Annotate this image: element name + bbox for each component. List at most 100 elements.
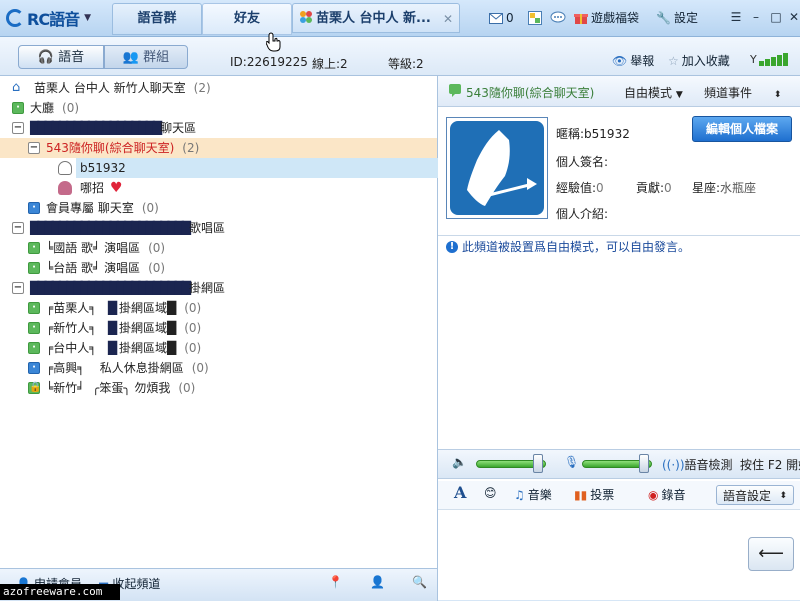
tree-user-nazhao[interactable]: 哪招 ♥ [0,178,437,198]
search-icon: 🔍 [412,575,427,589]
chat-button[interactable] [550,9,566,27]
free-mode-dropdown[interactable]: 自由模式 ▼ [624,84,683,101]
right-panel: 543隨你聊(綜合聊天室) 自由模式 ▼ 頻道事件 ⬍ 暱稱:b51932 個人… [438,76,800,600]
collapse-icon[interactable]: − [28,142,40,154]
idle4-label: ╒高興╕ [46,361,85,375]
send-button[interactable]: ⟵ [748,537,794,571]
tree-item-hall[interactable]: · 大廳 (0) [0,98,437,118]
tree-item-idle-miaoli[interactable]: · ╒苗栗人╕ █ 掛網區域█ (0) [0,298,437,318]
voice-setting-label: 語音設定 [723,489,772,503]
headset-icon: 🎧 [37,50,55,65]
mail-button[interactable]: 0 [489,9,514,27]
tab-room-label: 苗栗人 台中人 新... [316,11,431,26]
zodiac-label: 星座: [692,181,721,195]
tree-item-idle-area[interactable]: − ██████████████████████掛網區 [0,278,437,298]
report-label: 舉報 [630,54,655,68]
collapse-icon[interactable]: − [12,222,24,234]
idle5-suffix: ╭笨蛋╮ 勿煩我 [92,381,171,395]
user1-label: b51932 [76,158,438,178]
font-icon[interactable]: A [454,483,466,502]
profile-avatar[interactable] [446,117,548,219]
exp-value: 0 [596,181,604,195]
channel-events-dropdown[interactable]: 頻道事件 ⬍ [704,84,781,101]
person-icon: 👤 [370,575,385,589]
tab-friends[interactable]: 好友 [202,3,292,35]
free-mode-label: 自由模式 [624,86,673,100]
channel-icon: · [28,342,40,354]
settings-label: 設定 [673,11,698,25]
sing-area-label: 歌唱區 [189,221,226,235]
tree-item-chat-area[interactable]: − ██████████████████聊天區 [0,118,437,138]
tree-item-idle-taichung[interactable]: · ╒台中人╕ █ 掛網區域█ (0) [0,338,437,358]
search-button[interactable]: 🔍 [412,575,427,589]
voice-mode-button[interactable]: 🎧 語音 [18,45,104,69]
edit-profile-button[interactable]: 編輯個人檔案 [692,116,792,142]
image-button[interactable] [528,9,542,27]
chat-bubble-icon [550,11,566,23]
tree-item-sing-area[interactable]: − ██████████████████████歌唱區 [0,218,437,238]
game-bag-button[interactable]: 遊戲福袋 [574,9,639,27]
idle2-bars: █ [107,321,117,335]
speaker-icon[interactable]: 🔈 [452,455,467,469]
location-button[interactable]: 📍 [328,575,343,589]
room-group-icon [300,11,312,23]
mail-count: 0 [506,11,514,25]
maximize-button[interactable]: □ [768,10,784,26]
close-icon[interactable]: ✕ [443,4,453,34]
intro-label: 個人介紹: [556,207,609,221]
group-icon: 👥 [122,50,140,65]
voice-check-button[interactable]: ((·))語音檢測 [662,456,733,473]
contrib-row: 貢獻:0 [636,179,672,196]
tree-item-room-543[interactable]: − 543隨你聊(綜合聊天室) (2) [0,138,437,158]
tree-item-idle-happy[interactable]: · ╒高興╕ 私人休息掛網區 (0) [0,358,437,378]
channel-header: 543隨你聊(綜合聊天室) 自由模式 ▼ 頻道事件 ⬍ [438,76,800,107]
group-mode-button[interactable]: 👥 群組 [104,45,188,69]
picture-icon [528,11,542,25]
tree-item-member-room[interactable]: · 會員專屬 聊天室 (0) [0,198,437,218]
close-window-button[interactable]: ✕ [786,10,800,26]
logo-icon [6,9,24,27]
tree-root[interactable]: ⌂ 苗栗人 台中人 新竹人聊天室 (2) [0,78,437,98]
mic-volume-knob[interactable] [639,454,649,473]
speaker-volume-knob[interactable] [533,454,543,473]
tab-voice-group[interactable]: 語音群 [112,3,202,35]
report-icon: 👁 [612,54,628,68]
root-count: (2) [193,81,211,95]
online-count: 線上:2 [312,57,348,71]
menu-button[interactable]: ☰ [728,10,744,26]
user-button[interactable]: 👤 [370,575,385,589]
favorite-button[interactable]: ☆ 加入收藏 [668,52,730,70]
user2-label: 哪招 [80,181,105,195]
settings-button[interactable]: 🔧 設定 [656,9,698,27]
idle3-count: (0) [184,341,202,355]
channel-icon: · [12,102,24,114]
tree-item-idle-hsinchu2[interactable]: 🔒 ╘新竹╛ ╭笨蛋╮ 勿煩我 (0) [0,378,437,398]
tree-item-taiwanese[interactable]: · ╘台語 歌╛ 演唱區 (0) [0,258,437,278]
title-bar: RC語音 ▼ 語音群 好友 苗栗人 台中人 新... ✕ 0 遊戲福袋 🔧 設定… [0,0,800,37]
mic-icon[interactable]: 🎙 [564,455,579,469]
tree-item-mandarin[interactable]: · ╘國語 歌╛ 演唱區 (0) [0,238,437,258]
idle3-suffix: 掛網區域█ [118,341,177,355]
idle2-label: ╒新竹人╕ [46,321,97,335]
app-logo[interactable]: RC語音 ▼ [6,7,91,29]
collapse-icon[interactable]: − [12,282,24,294]
idle1-bars: █ [107,301,117,315]
tab-room[interactable]: 苗栗人 台中人 新... ✕ [292,3,460,33]
tree-item-idle-hsinchu[interactable]: · ╒新竹人╕ █ 掛網區域█ (0) [0,318,437,338]
vote-button[interactable]: ▮▮ 投票 [574,486,614,503]
exp-label: 經驗值: [556,181,597,195]
tree-user-b51932[interactable]: b51932 [0,158,438,178]
favorite-label: 加入收藏 [681,54,730,68]
user-female-icon [58,181,72,195]
music-button[interactable]: ♫ 音樂 [514,486,552,503]
emoji-icon[interactable]: 😊 [484,486,497,500]
report-button[interactable]: 👁 舉報 [612,52,654,70]
idle-area-label: 掛網區 [189,281,226,295]
channel-icon: · [28,202,40,214]
voice-setting-dropdown[interactable]: 語音設定 ⬍ [716,485,794,505]
watermark: azofreeware.com [0,584,120,600]
minimize-button[interactable]: – [748,10,764,26]
collapse-icon[interactable]: − [12,122,24,134]
record-button[interactable]: ◉ 錄音 [648,486,686,503]
music-note-icon: ♫ [514,487,525,502]
